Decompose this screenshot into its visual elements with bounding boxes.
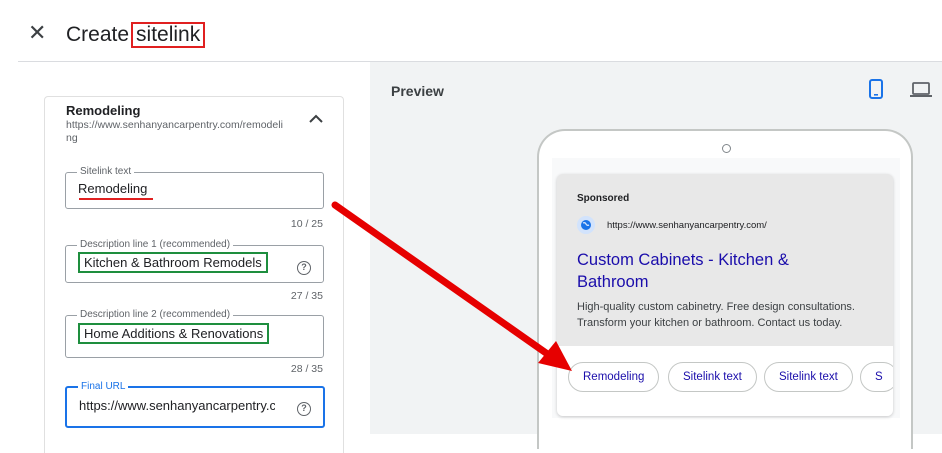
sitelink-chip[interactable]: Remodeling	[568, 362, 660, 392]
chevron-up-icon[interactable]	[305, 111, 327, 127]
title-prefix: Create	[66, 23, 130, 46]
sitelink-chip[interactable]: S	[860, 362, 893, 392]
mobile-icon[interactable]	[869, 79, 883, 99]
ad-description: High-quality custom cabinetry. Free desi…	[577, 301, 855, 329]
description-line-2-value: Home Additions & Renovations	[78, 323, 270, 344]
sitelink-text-value: Remodeling	[78, 181, 148, 196]
sitelink-text-label: Sitelink text	[80, 166, 132, 177]
description-line-2-field[interactable]: Description line 2 (recommended) Home Ad…	[65, 310, 324, 358]
sitelink-chips: Remodeling Sitelink text Sitelink text S	[557, 346, 893, 416]
help-icon[interactable]: ?	[297, 261, 311, 275]
ad-display-url: https://www.senhanyancarpentry.com/	[607, 220, 767, 231]
camera-icon	[722, 144, 731, 153]
sitelink-text-counter: 10 / 25	[290, 218, 323, 230]
sitelink-chip[interactable]: Sitelink text	[668, 362, 757, 392]
sitelink-card: Remodeling https://www.senhanyancarpentr…	[44, 96, 344, 453]
card-title: Remodeling	[66, 103, 141, 118]
sponsored-label: Sponsored	[577, 193, 630, 204]
description-line-1-label: Description line 1 (recommended)	[80, 239, 231, 250]
ad-headline[interactable]: Custom Cabinets - Kitchen & Bathroom	[577, 249, 847, 293]
final-url-field[interactable]: Final URL https://www.senhanyancarpentry…	[65, 382, 325, 428]
page-title: Create sitelink	[66, 22, 206, 48]
sitelink-text-field[interactable]: Sitelink text Remodeling	[65, 167, 324, 209]
ad-card: Sponsored https://www.senhanyancarpentry…	[557, 174, 893, 416]
phone-frame: Sponsored https://www.senhanyancarpentry…	[537, 129, 913, 449]
sitelink-chip[interactable]: Sitelink text	[764, 362, 853, 392]
description-line-1-value: Kitchen & Bathroom Remodels	[78, 252, 268, 273]
close-icon[interactable]: ✕	[28, 22, 46, 44]
final-url-value: https://www.senhanyancarpentry.com/remod…	[79, 398, 275, 413]
preview-panel: Preview Sponsored https://www.senhanyanc…	[370, 62, 942, 449]
editor-panel: Remodeling https://www.senhanyancarpentr…	[0, 62, 370, 453]
description-line-1-field[interactable]: Description line 1 (recommended) Kitchen…	[65, 240, 324, 283]
description-line-2-counter: 28 / 35	[290, 363, 323, 375]
final-url-label: Final URL	[81, 381, 126, 392]
globe-icon	[577, 216, 595, 234]
description-line-2-label: Description line 2 (recommended)	[80, 309, 231, 320]
description-line-1-counter: 27 / 35	[290, 290, 323, 302]
title-highlight: sitelink	[131, 22, 206, 48]
card-url: https://www.senhanyancarpentry.com/remod…	[66, 119, 283, 144]
red-underline-annotation	[79, 198, 153, 200]
laptop-icon[interactable]	[910, 82, 932, 98]
help-icon[interactable]: ?	[297, 402, 311, 416]
phone-screen: Sponsored https://www.senhanyancarpentry…	[552, 158, 900, 418]
preview-label: Preview	[391, 83, 444, 99]
